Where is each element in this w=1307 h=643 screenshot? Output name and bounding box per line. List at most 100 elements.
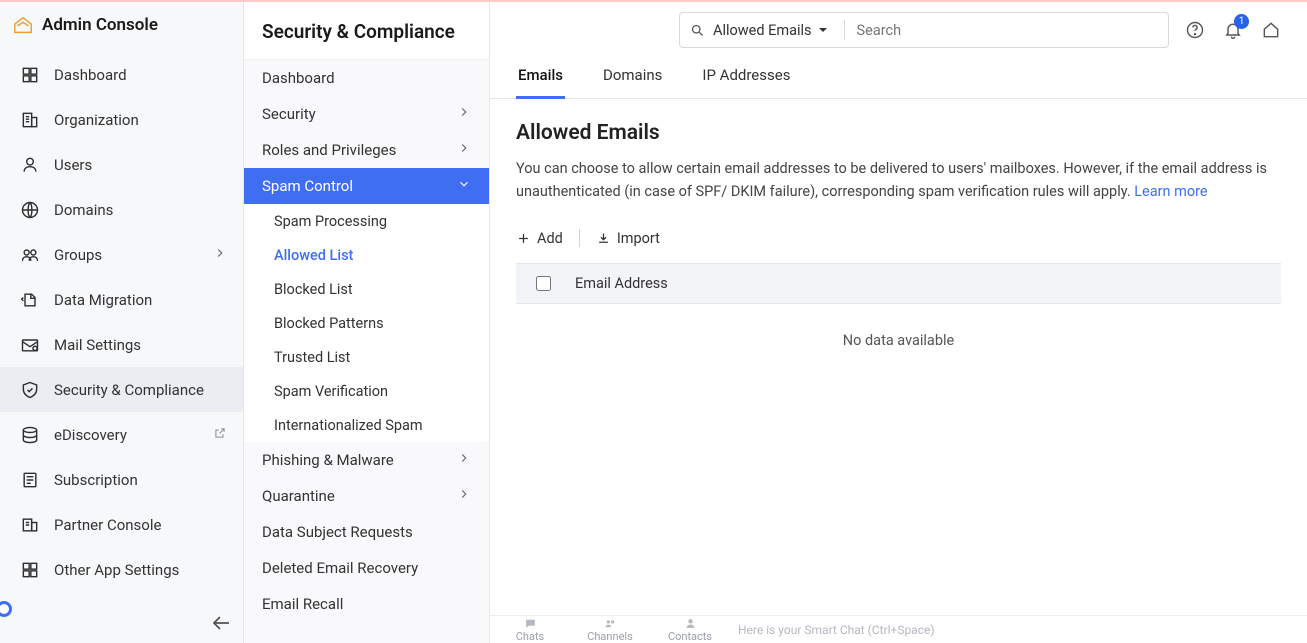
subnav-subitem-spam-processing[interactable]: Spam Processing: [244, 204, 489, 238]
sidebar-item-icon: [20, 155, 40, 175]
column-email-address: Email Address: [575, 275, 668, 292]
chat-placeholder: Here is your Smart Chat (Ctrl+Space): [730, 623, 935, 637]
sidebar-item-other-app-settings[interactable]: Other App Settings: [0, 547, 243, 592]
subnav-item-phishing-malware[interactable]: Phishing & Malware: [244, 442, 489, 478]
subnav-item-label: Data Subject Requests: [262, 523, 413, 541]
add-button[interactable]: Add: [516, 230, 563, 247]
subnav-item-deleted-email-recovery[interactable]: Deleted Email Recovery: [244, 550, 489, 586]
sidebar-item-icon: [20, 380, 40, 400]
sidebar-item-icon: [20, 515, 40, 535]
collapse-sidebar-icon[interactable]: [209, 611, 233, 635]
sidebar-item-label: Subscription: [54, 471, 227, 489]
search-icon: [690, 23, 705, 38]
sidebar-item-icon: [20, 290, 40, 310]
page-title: Allowed Emails: [516, 121, 1281, 145]
learn-more-link[interactable]: Learn more: [1134, 183, 1207, 200]
sidebar-item-label: Groups: [54, 246, 199, 264]
chat-bar: ChatsChannelsContacts Here is your Smart…: [490, 615, 1307, 643]
subnav-subitem-internationalized-spam[interactable]: Internationalized Spam: [244, 408, 489, 442]
sidebar-item-label: Data Migration: [54, 291, 227, 309]
subnav-subitem-blocked-patterns[interactable]: Blocked Patterns: [244, 306, 489, 340]
notification-badge: 1: [1234, 14, 1249, 29]
subnav-item-label: Email Recall: [262, 595, 343, 613]
subnav-item-roles-and-privileges[interactable]: Roles and Privileges: [244, 132, 489, 168]
subnav-subitem-spam-verification[interactable]: Spam Verification: [244, 374, 489, 408]
sidebar-item-icon: [20, 335, 40, 355]
sidebar-item-label: Partner Console: [54, 516, 227, 534]
secondary-sidebar-title: Security & Compliance: [244, 2, 489, 60]
search-filter-label: Allowed Emails: [713, 22, 812, 39]
sidebar-item-icon: [20, 200, 40, 220]
sidebar-item-icon: [20, 470, 40, 490]
subnav-item-label: Deleted Email Recovery: [262, 559, 418, 577]
sidebar-item-label: Dashboard: [54, 66, 227, 84]
subnav-item-dashboard[interactable]: Dashboard: [244, 60, 489, 96]
sidebar-item-icon: [20, 560, 40, 580]
home-icon[interactable]: [1261, 20, 1281, 40]
subnav-item-label: Quarantine: [262, 487, 335, 505]
sidebar-item-label: Organization: [54, 111, 227, 129]
subnav-subitem-blocked-list[interactable]: Blocked List: [244, 272, 489, 306]
sidebar-item-label: Domains: [54, 201, 227, 219]
subnav-item-spam-control[interactable]: Spam Control: [244, 168, 489, 204]
subnav-item-quarantine[interactable]: Quarantine: [244, 478, 489, 514]
table-header: Email Address: [516, 264, 1281, 304]
subnav-item-email-recall[interactable]: Email Recall: [244, 586, 489, 622]
sidebar-item-icon: [20, 245, 40, 265]
subnav-subitem-allowed-list[interactable]: Allowed List: [244, 238, 489, 272]
app-title: Admin Console: [42, 15, 158, 35]
sidebar-item-label: Users: [54, 156, 227, 174]
help-icon[interactable]: [1185, 20, 1205, 40]
chatbar-channels[interactable]: Channels: [570, 617, 650, 643]
subnav-item-security[interactable]: Security: [244, 96, 489, 132]
sidebar-item-label: Mail Settings: [54, 336, 227, 354]
sidebar-item-partner-console[interactable]: Partner Console: [0, 502, 243, 547]
subnav-item-label: Roles and Privileges: [262, 141, 396, 159]
sidebar-item-security-compliance[interactable]: Security & Compliance: [0, 367, 243, 412]
chevron-right-icon: [457, 141, 471, 159]
chevron-right-icon: [457, 487, 471, 505]
plus-icon: [516, 231, 531, 246]
secondary-sidebar: Security & Compliance Dashboard Security R…: [244, 2, 490, 643]
sidebar-item-ediscovery[interactable]: eDiscovery: [0, 412, 243, 457]
search-input[interactable]: [847, 22, 1168, 39]
sidebar-item-label: eDiscovery: [54, 426, 199, 444]
sidebar-item-label: Security & Compliance: [54, 381, 227, 399]
app-logo-icon: [12, 14, 34, 36]
caret-down-icon: [818, 25, 828, 35]
tab-ip-addresses[interactable]: IP Addresses: [700, 58, 792, 98]
subnav-item-label: Security: [262, 105, 316, 123]
chatbar-chats[interactable]: Chats: [490, 617, 570, 643]
chevron-right-icon: [457, 105, 471, 123]
subnav-item-label: Dashboard: [262, 69, 335, 87]
subnav-subitem-trusted-list[interactable]: Trusted List: [244, 340, 489, 374]
select-all-checkbox[interactable]: [536, 276, 551, 291]
chevron-right-icon: [213, 246, 227, 264]
subnav-item-label: Spam Control: [262, 177, 353, 195]
sidebar-item-users[interactable]: Users: [0, 142, 243, 187]
tab-emails[interactable]: Emails: [516, 58, 565, 99]
tab-domains[interactable]: Domains: [601, 58, 664, 98]
sidebar-item-mail-settings[interactable]: Mail Settings: [0, 322, 243, 367]
sidebar-item-icon: [20, 110, 40, 130]
sidebar-item-data-migration[interactable]: Data Migration: [0, 277, 243, 322]
chevron-down-icon: [457, 177, 471, 195]
primary-sidebar: Admin Console Dashboard Organization Users…: [0, 2, 244, 643]
subnav-item-data-subject-requests[interactable]: Data Subject Requests: [244, 514, 489, 550]
import-icon: [596, 231, 611, 246]
table-empty-state: No data available: [516, 304, 1281, 377]
import-button[interactable]: Import: [596, 230, 660, 247]
external-link-icon: [213, 426, 227, 444]
sidebar-item-icon: [20, 425, 40, 445]
search-filter-dropdown[interactable]: Allowed Emails: [680, 13, 838, 47]
chatbar-contacts[interactable]: Contacts: [650, 617, 730, 643]
sidebar-item-groups[interactable]: Groups: [0, 232, 243, 277]
notifications-icon[interactable]: 1: [1223, 20, 1243, 40]
chevron-right-icon: [457, 451, 471, 469]
sidebar-item-domains[interactable]: Domains: [0, 187, 243, 232]
sidebar-item-dashboard[interactable]: Dashboard: [0, 52, 243, 97]
sidebar-item-subscription[interactable]: Subscription: [0, 457, 243, 502]
page-description: You can choose to allow certain email ad…: [516, 157, 1281, 203]
sidebar-item-label: Other App Settings: [54, 561, 227, 579]
sidebar-item-organization[interactable]: Organization: [0, 97, 243, 142]
